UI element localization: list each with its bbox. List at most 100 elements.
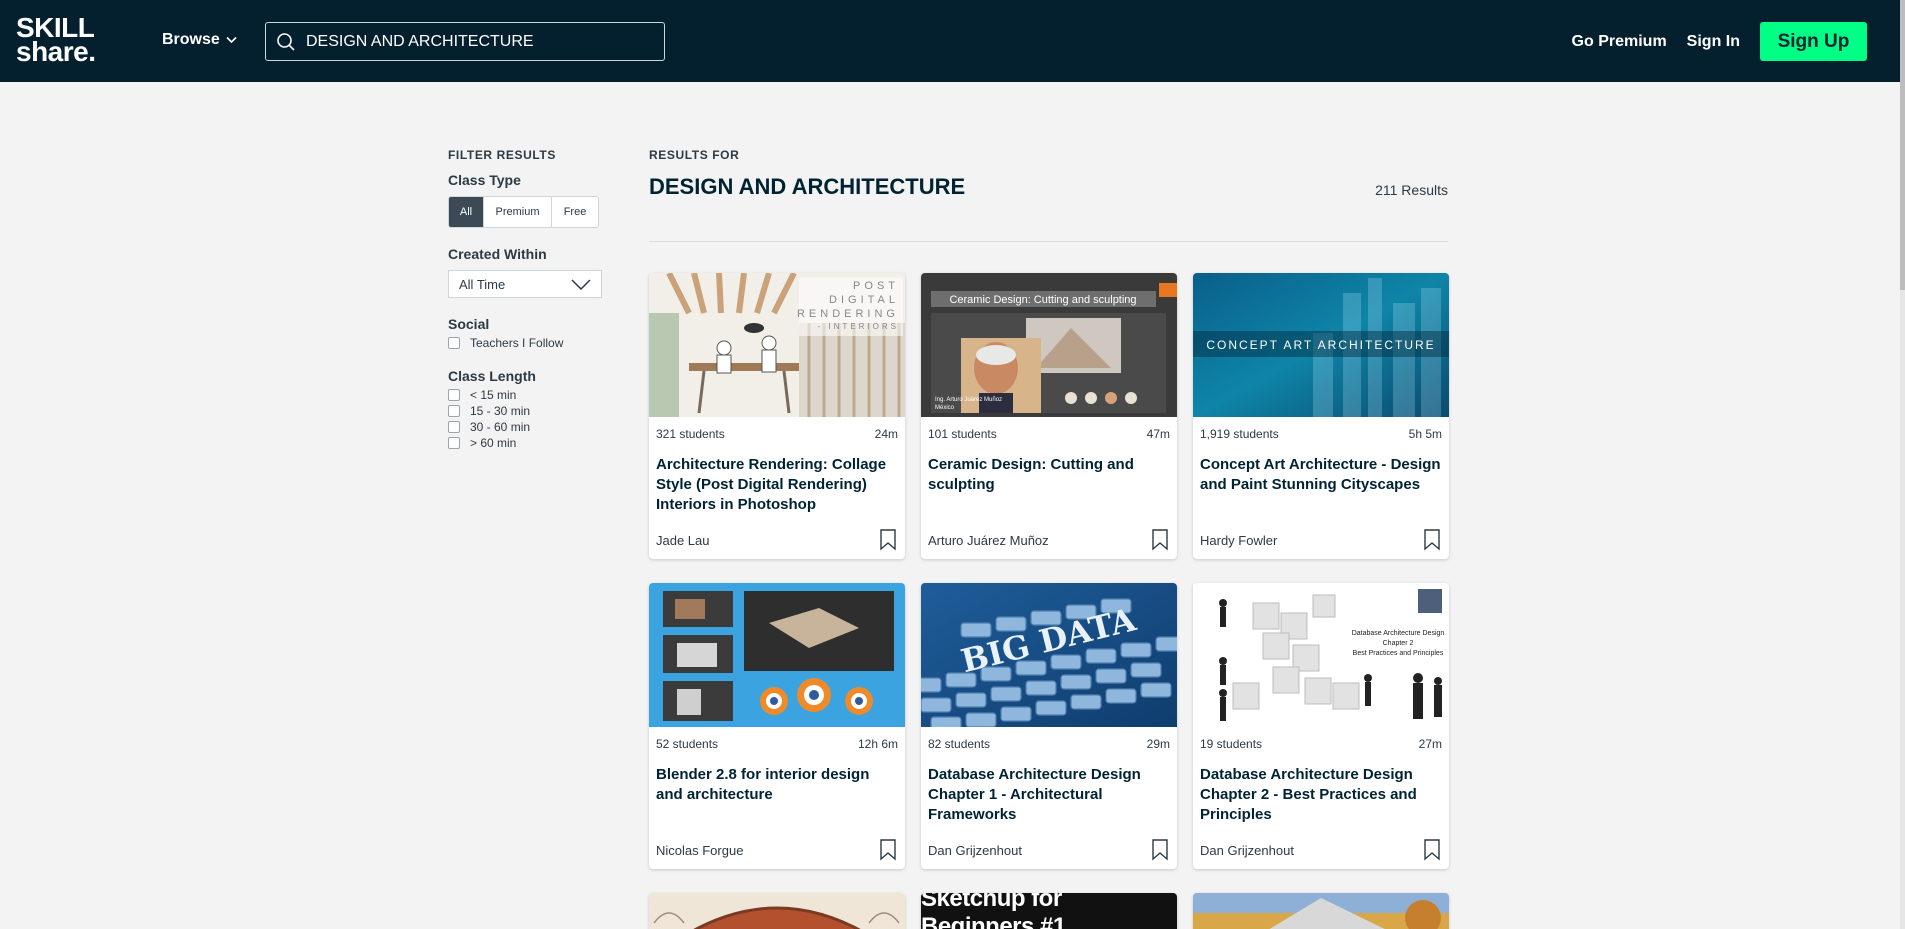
class-type-toggle: All Premium Free — [448, 196, 599, 228]
student-count: 1,919 students — [1200, 427, 1279, 441]
class-duration: 5h 5m — [1408, 427, 1442, 441]
class-card[interactable]: Ceramic Design: Cutting and sculpting In… — [921, 273, 1177, 559]
class-footer: Arturo Juárez Muñoz — [928, 529, 1169, 551]
class-type-premium[interactable]: Premium — [484, 197, 552, 227]
class-title[interactable]: Architecture Rendering: Collage Style (P… — [649, 455, 905, 517]
checkbox[interactable] — [448, 337, 460, 349]
bookmark-icon[interactable] — [1151, 839, 1169, 861]
class-length-option[interactable]: 30 - 60 min — [448, 420, 618, 434]
class-footer: Dan Grijzenhout — [1200, 839, 1441, 861]
class-title[interactable]: Database Architecture Design Chapter 2 -… — [1193, 765, 1449, 827]
bookmark-icon[interactable] — [879, 529, 897, 551]
search-box — [265, 22, 665, 61]
bookmark-icon[interactable] — [1423, 529, 1441, 551]
class-meta: 19 students 27m — [1193, 737, 1449, 751]
top-navbar: SKILL share. Browse Go Premium Sign In S… — [0, 0, 1900, 82]
scrollbar-thumb[interactable] — [1900, 0, 1905, 290]
svg-text:Best Practices and Principles: Best Practices and Principles — [1353, 650, 1444, 657]
nav-right: Go Premium Sign In Sign Up — [1572, 22, 1867, 61]
svg-text:DIGITAL: DIGITAL — [829, 294, 899, 306]
class-card[interactable]: Database Architecture Design Chapter 2 B… — [1193, 583, 1449, 869]
class-thumbnail[interactable]: Database Architecture Design Chapter 2 B… — [1193, 583, 1449, 727]
class-thumbnail[interactable]: CONCEPT ART ARCHITECTURE — [1193, 273, 1449, 417]
class-type-free[interactable]: Free — [552, 197, 598, 227]
checkbox[interactable] — [448, 421, 460, 433]
class-thumbnail[interactable] — [649, 893, 905, 929]
teacher-name[interactable]: Nicolas Forgue — [656, 843, 743, 858]
created-within-label: Created Within — [448, 246, 547, 262]
skillshare-logo[interactable]: SKILL share. — [16, 14, 96, 66]
svg-text:Database Architecture Design: Database Architecture Design — [1352, 630, 1445, 637]
page-scrollbar[interactable] — [1900, 0, 1905, 929]
class-thumbnail[interactable]: BIG DATA — [921, 583, 1177, 727]
class-meta: 82 students 29m — [921, 737, 1177, 751]
bookmark-icon[interactable] — [879, 839, 897, 861]
class-thumbnail[interactable] — [649, 583, 905, 727]
chevron-down-icon — [226, 36, 237, 44]
checkbox[interactable] — [448, 389, 460, 401]
class-type-label: Class Type — [448, 172, 521, 188]
svg-text:Ceramic Design: Cutting and sc: Ceramic Design: Cutting and sculpting — [949, 294, 1136, 306]
svg-text:POST: POST — [853, 280, 899, 292]
class-card[interactable]: Sketchup for Beginners #1 — [921, 893, 1177, 929]
class-footer: Dan Grijzenhout — [928, 839, 1169, 861]
class-title[interactable]: Ceramic Design: Cutting and sculpting — [921, 455, 1177, 517]
class-thumbnail[interactable] — [1193, 893, 1449, 929]
go-premium-link[interactable]: Go Premium — [1572, 33, 1667, 51]
class-title[interactable]: Concept Art Architecture - Design and Pa… — [1193, 455, 1449, 517]
teacher-name[interactable]: Hardy Fowler — [1200, 533, 1277, 548]
results-count: 211 Results — [1375, 182, 1448, 198]
svg-text:Chapter 2: Chapter 2 — [1383, 640, 1414, 647]
bookmark-icon[interactable] — [1423, 839, 1441, 861]
class-card[interactable] — [649, 893, 905, 929]
browse-menu[interactable]: Browse — [162, 31, 237, 49]
class-duration: 24m — [874, 427, 898, 441]
search-input[interactable] — [306, 23, 646, 60]
class-card[interactable]: POST DIGITAL RENDERING - INTERIORS 321 s… — [649, 273, 905, 559]
student-count: 101 students — [928, 427, 997, 441]
divider — [649, 241, 1448, 242]
class-thumbnail[interactable]: POST DIGITAL RENDERING - INTERIORS — [649, 273, 905, 417]
svg-text:México: México — [935, 405, 955, 411]
class-meta: 1,919 students 5h 5m — [1193, 427, 1449, 441]
class-length-option[interactable]: > 60 min — [448, 436, 618, 450]
class-footer: Jade Lau — [656, 529, 897, 551]
created-within-select[interactable]: All Time — [448, 270, 602, 298]
checkbox[interactable] — [448, 437, 460, 449]
student-count: 321 students — [656, 427, 725, 441]
class-duration: 29m — [1146, 737, 1170, 751]
social-label: Social — [448, 316, 490, 332]
class-thumbnail[interactable]: Sketchup for Beginners #1 — [921, 893, 1177, 929]
class-length-option[interactable]: 15 - 30 min — [448, 404, 618, 418]
class-title[interactable]: Database Architecture Design Chapter 1 -… — [921, 765, 1177, 827]
teacher-name[interactable]: Arturo Juárez Muñoz — [928, 533, 1049, 548]
class-card[interactable]: 52 students 12h 6m Blender 2.8 for inter… — [649, 583, 905, 869]
sign-up-button[interactable]: Sign Up — [1760, 22, 1867, 61]
svg-text:CONCEPT ART ARCHITECTURE: CONCEPT ART ARCHITECTURE — [1206, 338, 1435, 352]
search-icon[interactable] — [266, 32, 306, 52]
social-teachers-follow[interactable]: Teachers I Follow — [448, 336, 618, 350]
class-type-all[interactable]: All — [449, 197, 484, 227]
class-footer: Nicolas Forgue — [656, 839, 897, 861]
teacher-name[interactable]: Dan Grijzenhout — [928, 843, 1022, 858]
sign-in-link[interactable]: Sign In — [1687, 33, 1740, 51]
svg-text:Ing. Arturo Juárez Muñoz: Ing. Arturo Juárez Muñoz — [935, 397, 1002, 403]
class-card[interactable] — [1193, 893, 1449, 929]
class-duration: 12h 6m — [857, 737, 898, 751]
class-duration: 47m — [1146, 427, 1170, 441]
class-footer: Hardy Fowler — [1200, 529, 1441, 551]
chevron-down-icon — [571, 278, 591, 290]
bookmark-icon[interactable] — [1151, 529, 1169, 551]
class-length-label: Class Length — [448, 368, 536, 384]
class-card[interactable]: CONCEPT ART ARCHITECTURE 1,919 students … — [1193, 273, 1449, 559]
class-thumbnail[interactable]: Ceramic Design: Cutting and sculpting In… — [921, 273, 1177, 417]
teacher-name[interactable]: Dan Grijzenhout — [1200, 843, 1294, 858]
class-meta: 321 students 24m — [649, 427, 905, 441]
teacher-name[interactable]: Jade Lau — [656, 533, 710, 548]
class-card[interactable]: BIG DATA 82 students 29m Database Archit… — [921, 583, 1177, 869]
student-count: 52 students — [656, 737, 719, 751]
class-title[interactable]: Blender 2.8 for interior design and arch… — [649, 765, 905, 827]
class-length-option[interactable]: < 15 min — [448, 388, 618, 402]
checkbox[interactable] — [448, 405, 460, 417]
svg-text:- INTERIORS: - INTERIORS — [818, 322, 899, 331]
